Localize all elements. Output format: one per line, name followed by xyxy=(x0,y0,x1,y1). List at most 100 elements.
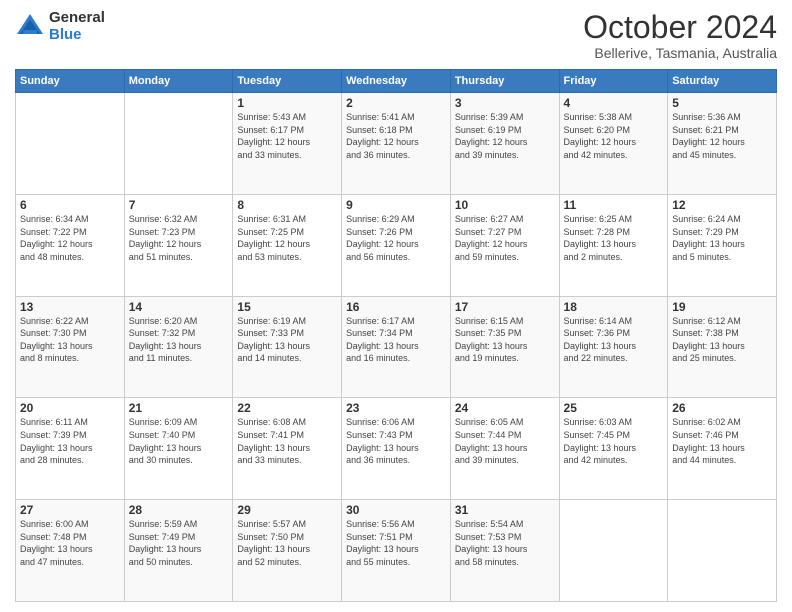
header-day-sunday: Sunday xyxy=(16,70,125,93)
calendar-cell: 11Sunrise: 6:25 AM Sunset: 7:28 PM Dayli… xyxy=(559,194,668,296)
calendar-cell: 29Sunrise: 5:57 AM Sunset: 7:50 PM Dayli… xyxy=(233,500,342,602)
day-info: Sunrise: 5:57 AM Sunset: 7:50 PM Dayligh… xyxy=(237,518,337,568)
calendar-cell: 8Sunrise: 6:31 AM Sunset: 7:25 PM Daylig… xyxy=(233,194,342,296)
day-number: 19 xyxy=(672,300,772,314)
day-number: 2 xyxy=(346,96,446,110)
day-number: 14 xyxy=(129,300,229,314)
calendar-cell xyxy=(124,93,233,195)
day-number: 22 xyxy=(237,401,337,415)
day-number: 16 xyxy=(346,300,446,314)
calendar-cell: 17Sunrise: 6:15 AM Sunset: 7:35 PM Dayli… xyxy=(450,296,559,398)
day-info: Sunrise: 6:05 AM Sunset: 7:44 PM Dayligh… xyxy=(455,416,555,466)
calendar-cell: 6Sunrise: 6:34 AM Sunset: 7:22 PM Daylig… xyxy=(16,194,125,296)
header-row: SundayMondayTuesdayWednesdayThursdayFrid… xyxy=(16,70,777,93)
day-number: 3 xyxy=(455,96,555,110)
header-day-thursday: Thursday xyxy=(450,70,559,93)
day-info: Sunrise: 6:02 AM Sunset: 7:46 PM Dayligh… xyxy=(672,416,772,466)
logo-text: General Blue xyxy=(49,10,105,43)
day-info: Sunrise: 5:56 AM Sunset: 7:51 PM Dayligh… xyxy=(346,518,446,568)
header-day-monday: Monday xyxy=(124,70,233,93)
calendar-cell: 20Sunrise: 6:11 AM Sunset: 7:39 PM Dayli… xyxy=(16,398,125,500)
day-info: Sunrise: 6:12 AM Sunset: 7:38 PM Dayligh… xyxy=(672,315,772,365)
day-number: 28 xyxy=(129,503,229,517)
day-info: Sunrise: 5:54 AM Sunset: 7:53 PM Dayligh… xyxy=(455,518,555,568)
day-info: Sunrise: 5:59 AM Sunset: 7:49 PM Dayligh… xyxy=(129,518,229,568)
calendar-cell xyxy=(668,500,777,602)
week-row-2: 6Sunrise: 6:34 AM Sunset: 7:22 PM Daylig… xyxy=(16,194,777,296)
day-info: Sunrise: 6:09 AM Sunset: 7:40 PM Dayligh… xyxy=(129,416,229,466)
calendar-cell xyxy=(559,500,668,602)
header-day-tuesday: Tuesday xyxy=(233,70,342,93)
calendar-cell: 22Sunrise: 6:08 AM Sunset: 7:41 PM Dayli… xyxy=(233,398,342,500)
logo-icon xyxy=(15,12,45,42)
calendar-cell: 28Sunrise: 5:59 AM Sunset: 7:49 PM Dayli… xyxy=(124,500,233,602)
logo-blue-text: Blue xyxy=(49,27,105,44)
day-number: 10 xyxy=(455,198,555,212)
day-number: 11 xyxy=(564,198,664,212)
day-info: Sunrise: 6:06 AM Sunset: 7:43 PM Dayligh… xyxy=(346,416,446,466)
day-number: 29 xyxy=(237,503,337,517)
header-day-saturday: Saturday xyxy=(668,70,777,93)
logo-general-text: General xyxy=(49,10,105,27)
day-info: Sunrise: 6:22 AM Sunset: 7:30 PM Dayligh… xyxy=(20,315,120,365)
day-number: 17 xyxy=(455,300,555,314)
day-info: Sunrise: 5:41 AM Sunset: 6:18 PM Dayligh… xyxy=(346,111,446,161)
calendar-cell: 16Sunrise: 6:17 AM Sunset: 7:34 PM Dayli… xyxy=(342,296,451,398)
calendar-cell: 14Sunrise: 6:20 AM Sunset: 7:32 PM Dayli… xyxy=(124,296,233,398)
day-number: 18 xyxy=(564,300,664,314)
calendar-cell: 19Sunrise: 6:12 AM Sunset: 7:38 PM Dayli… xyxy=(668,296,777,398)
calendar-cell: 25Sunrise: 6:03 AM Sunset: 7:45 PM Dayli… xyxy=(559,398,668,500)
day-number: 23 xyxy=(346,401,446,415)
day-info: Sunrise: 6:27 AM Sunset: 7:27 PM Dayligh… xyxy=(455,213,555,263)
day-info: Sunrise: 6:00 AM Sunset: 7:48 PM Dayligh… xyxy=(20,518,120,568)
day-info: Sunrise: 6:11 AM Sunset: 7:39 PM Dayligh… xyxy=(20,416,120,466)
day-number: 6 xyxy=(20,198,120,212)
day-number: 5 xyxy=(672,96,772,110)
header-day-friday: Friday xyxy=(559,70,668,93)
day-info: Sunrise: 6:14 AM Sunset: 7:36 PM Dayligh… xyxy=(564,315,664,365)
day-number: 27 xyxy=(20,503,120,517)
title-block: October 2024 Bellerive, Tasmania, Austra… xyxy=(583,10,777,61)
day-number: 25 xyxy=(564,401,664,415)
calendar-cell: 24Sunrise: 6:05 AM Sunset: 7:44 PM Dayli… xyxy=(450,398,559,500)
day-number: 7 xyxy=(129,198,229,212)
day-number: 4 xyxy=(564,96,664,110)
calendar-cell: 7Sunrise: 6:32 AM Sunset: 7:23 PM Daylig… xyxy=(124,194,233,296)
week-row-5: 27Sunrise: 6:00 AM Sunset: 7:48 PM Dayli… xyxy=(16,500,777,602)
day-info: Sunrise: 6:24 AM Sunset: 7:29 PM Dayligh… xyxy=(672,213,772,263)
calendar-cell: 23Sunrise: 6:06 AM Sunset: 7:43 PM Dayli… xyxy=(342,398,451,500)
calendar-cell: 27Sunrise: 6:00 AM Sunset: 7:48 PM Dayli… xyxy=(16,500,125,602)
calendar-cell: 5Sunrise: 5:36 AM Sunset: 6:21 PM Daylig… xyxy=(668,93,777,195)
calendar-cell xyxy=(16,93,125,195)
calendar-cell: 26Sunrise: 6:02 AM Sunset: 7:46 PM Dayli… xyxy=(668,398,777,500)
calendar-cell: 31Sunrise: 5:54 AM Sunset: 7:53 PM Dayli… xyxy=(450,500,559,602)
calendar-cell: 1Sunrise: 5:43 AM Sunset: 6:17 PM Daylig… xyxy=(233,93,342,195)
day-info: Sunrise: 6:15 AM Sunset: 7:35 PM Dayligh… xyxy=(455,315,555,365)
calendar-cell: 9Sunrise: 6:29 AM Sunset: 7:26 PM Daylig… xyxy=(342,194,451,296)
calendar-cell: 18Sunrise: 6:14 AM Sunset: 7:36 PM Dayli… xyxy=(559,296,668,398)
day-info: Sunrise: 6:34 AM Sunset: 7:22 PM Dayligh… xyxy=(20,213,120,263)
day-number: 30 xyxy=(346,503,446,517)
day-info: Sunrise: 6:32 AM Sunset: 7:23 PM Dayligh… xyxy=(129,213,229,263)
day-info: Sunrise: 5:39 AM Sunset: 6:19 PM Dayligh… xyxy=(455,111,555,161)
week-row-1: 1Sunrise: 5:43 AM Sunset: 6:17 PM Daylig… xyxy=(16,93,777,195)
day-info: Sunrise: 5:43 AM Sunset: 6:17 PM Dayligh… xyxy=(237,111,337,161)
calendar-cell: 10Sunrise: 6:27 AM Sunset: 7:27 PM Dayli… xyxy=(450,194,559,296)
calendar-cell: 3Sunrise: 5:39 AM Sunset: 6:19 PM Daylig… xyxy=(450,93,559,195)
day-number: 21 xyxy=(129,401,229,415)
calendar-cell: 15Sunrise: 6:19 AM Sunset: 7:33 PM Dayli… xyxy=(233,296,342,398)
day-number: 1 xyxy=(237,96,337,110)
calendar-table: SundayMondayTuesdayWednesdayThursdayFrid… xyxy=(15,69,777,602)
main-title: October 2024 xyxy=(583,10,777,45)
day-number: 24 xyxy=(455,401,555,415)
day-info: Sunrise: 6:08 AM Sunset: 7:41 PM Dayligh… xyxy=(237,416,337,466)
calendar-cell: 2Sunrise: 5:41 AM Sunset: 6:18 PM Daylig… xyxy=(342,93,451,195)
day-number: 13 xyxy=(20,300,120,314)
day-number: 12 xyxy=(672,198,772,212)
calendar-cell: 13Sunrise: 6:22 AM Sunset: 7:30 PM Dayli… xyxy=(16,296,125,398)
day-info: Sunrise: 6:19 AM Sunset: 7:33 PM Dayligh… xyxy=(237,315,337,365)
day-info: Sunrise: 6:25 AM Sunset: 7:28 PM Dayligh… xyxy=(564,213,664,263)
day-info: Sunrise: 5:38 AM Sunset: 6:20 PM Dayligh… xyxy=(564,111,664,161)
day-number: 9 xyxy=(346,198,446,212)
calendar-cell: 30Sunrise: 5:56 AM Sunset: 7:51 PM Dayli… xyxy=(342,500,451,602)
